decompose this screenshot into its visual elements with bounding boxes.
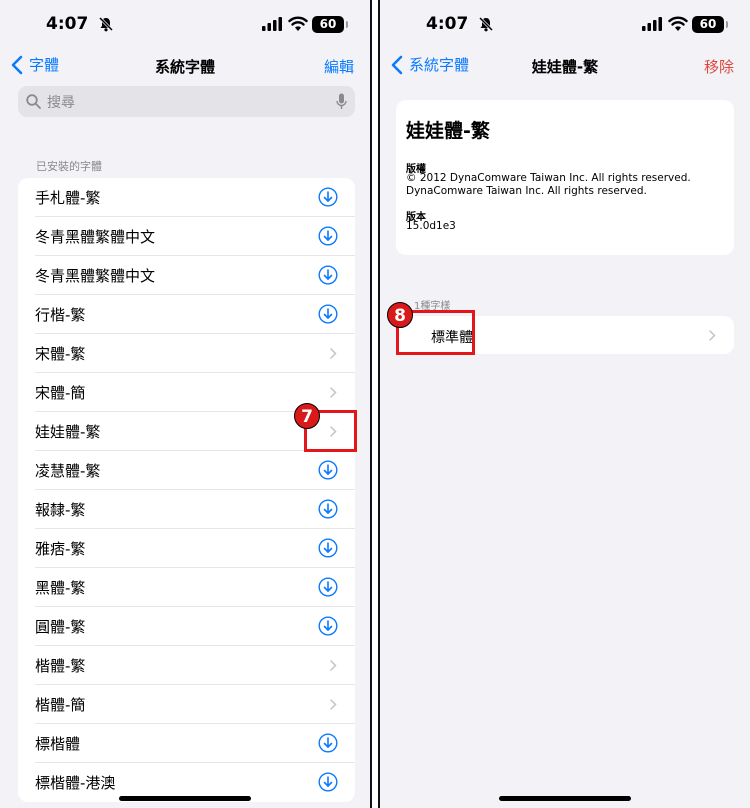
status-bar: 4:07 60 xyxy=(0,12,370,38)
font-row[interactable]: 楷體-繁 xyxy=(18,646,355,685)
home-indicator[interactable] xyxy=(499,796,631,801)
font-row-label: 報隸-繁 xyxy=(35,501,86,519)
font-row[interactable]: 標楷體 xyxy=(18,724,355,763)
copyright-text: © 2012 DynaComware Taiwan Inc. All right… xyxy=(406,172,691,197)
font-row-label: 手札體-繁 xyxy=(35,189,101,207)
font-row-label: 冬青黑體繁體中文 xyxy=(35,267,156,285)
navigation-bar: 字體 系統字體 編輯 xyxy=(0,54,370,80)
download-icon[interactable] xyxy=(318,226,338,246)
wifi-icon xyxy=(668,16,688,31)
font-row[interactable]: 凌慧體-繁 xyxy=(18,451,355,490)
version-value: 15.0d1e3 xyxy=(406,220,456,232)
battery-indicator: 60 xyxy=(692,16,728,33)
search-field[interactable]: 搜尋 xyxy=(18,86,355,117)
installed-fonts-header: 已安裝的字體 xyxy=(36,160,102,173)
bell-slash-icon xyxy=(98,16,114,32)
font-row-label: 娃娃體-繁 xyxy=(35,423,101,441)
font-row[interactable]: 行楷-繁 xyxy=(18,295,355,334)
cellular-signal-icon xyxy=(262,17,282,31)
annotation-badge-8: 8 xyxy=(387,302,413,328)
font-row[interactable]: 楷體-簡 xyxy=(18,685,355,724)
font-info-card: 娃娃體-繁 版權 © 2012 DynaComware Taiwan Inc. … xyxy=(396,100,734,255)
bell-slash-icon xyxy=(478,16,494,32)
remove-button[interactable]: 移除 xyxy=(704,56,734,77)
download-icon[interactable] xyxy=(318,538,338,558)
annotation-badge-7: 7 xyxy=(294,403,320,429)
download-icon[interactable] xyxy=(318,187,338,207)
font-row-label: 宋體-簡 xyxy=(35,384,86,402)
font-row-label: 標楷體 xyxy=(35,735,81,753)
chevron-right-icon xyxy=(330,660,337,671)
edit-button[interactable]: 編輯 xyxy=(324,56,354,77)
chevron-right-icon xyxy=(709,330,716,341)
font-row-label: 凌慧體-繁 xyxy=(35,462,101,480)
font-row-label: 雅痞-繁 xyxy=(35,540,86,558)
chevron-right-icon xyxy=(330,387,337,398)
font-row-label: 楷體-簡 xyxy=(35,696,86,714)
font-row-label: 黑體-繁 xyxy=(35,579,86,597)
font-row-label: 行楷-繁 xyxy=(35,306,86,324)
font-row-label: 宋體-繁 xyxy=(35,345,86,363)
font-list-screen: 4:07 60 字體 系統字體 編輯 搜尋 已安裝的字體 手札體-繁 冬青黑體繁… xyxy=(0,0,372,808)
font-name: 娃娃體-繁 xyxy=(406,120,490,142)
page-title: 娃娃體-繁 xyxy=(531,58,599,76)
font-row[interactable]: 圓體-繁 xyxy=(18,607,355,646)
search-icon xyxy=(26,94,41,109)
download-icon[interactable] xyxy=(318,772,338,792)
cellular-signal-icon xyxy=(642,17,662,31)
chevron-right-icon xyxy=(330,348,337,359)
chevron-right-icon xyxy=(330,699,337,710)
status-time: 4:07 xyxy=(426,14,469,34)
download-icon[interactable] xyxy=(318,460,338,480)
download-icon[interactable] xyxy=(318,577,338,597)
status-bar: 4:07 60 xyxy=(380,12,750,38)
navigation-bar: 系統字體 娃娃體-繁 移除 xyxy=(380,54,750,80)
font-row-label: 圓體-繁 xyxy=(35,618,86,636)
download-icon[interactable] xyxy=(318,616,338,636)
status-time: 4:07 xyxy=(46,14,89,34)
page-title: 系統字體 xyxy=(154,58,215,76)
font-row-label: 冬青黑體繁體中文 xyxy=(35,228,156,246)
wifi-icon xyxy=(288,16,308,31)
font-row-label: 楷體-繁 xyxy=(35,657,86,675)
font-detail-screen: 4:07 60 系統字體 娃娃體-繁 移除 娃娃體-繁 版權 © 2012 Dy… xyxy=(378,0,750,808)
download-icon[interactable] xyxy=(318,304,338,324)
download-icon[interactable] xyxy=(318,265,338,285)
font-row[interactable]: 報隸-繁 xyxy=(18,490,355,529)
font-row[interactable]: 冬青黑體繁體中文 xyxy=(18,217,355,256)
font-row[interactable]: 宋體-繁 xyxy=(18,334,355,373)
font-row[interactable]: 黑體-繁 xyxy=(18,568,355,607)
download-icon[interactable] xyxy=(318,499,338,519)
microphone-icon[interactable] xyxy=(336,93,347,110)
battery-indicator: 60 xyxy=(312,16,348,33)
download-icon[interactable] xyxy=(318,733,338,753)
installed-font-list: 手札體-繁冬青黑體繁體中文 冬青黑體繁體中文 行楷-繁宋體-繁宋體-簡娃娃體-繁凌慧… xyxy=(18,178,355,802)
search-placeholder: 搜尋 xyxy=(47,94,75,111)
font-row-label: 標楷體-港澳 xyxy=(35,774,116,792)
font-row[interactable]: 冬青黑體繁體中文 xyxy=(18,256,355,295)
home-indicator[interactable] xyxy=(119,796,251,801)
font-row[interactable]: 雅痞-繁 xyxy=(18,529,355,568)
font-row[interactable]: 手札體-繁 xyxy=(18,178,355,217)
